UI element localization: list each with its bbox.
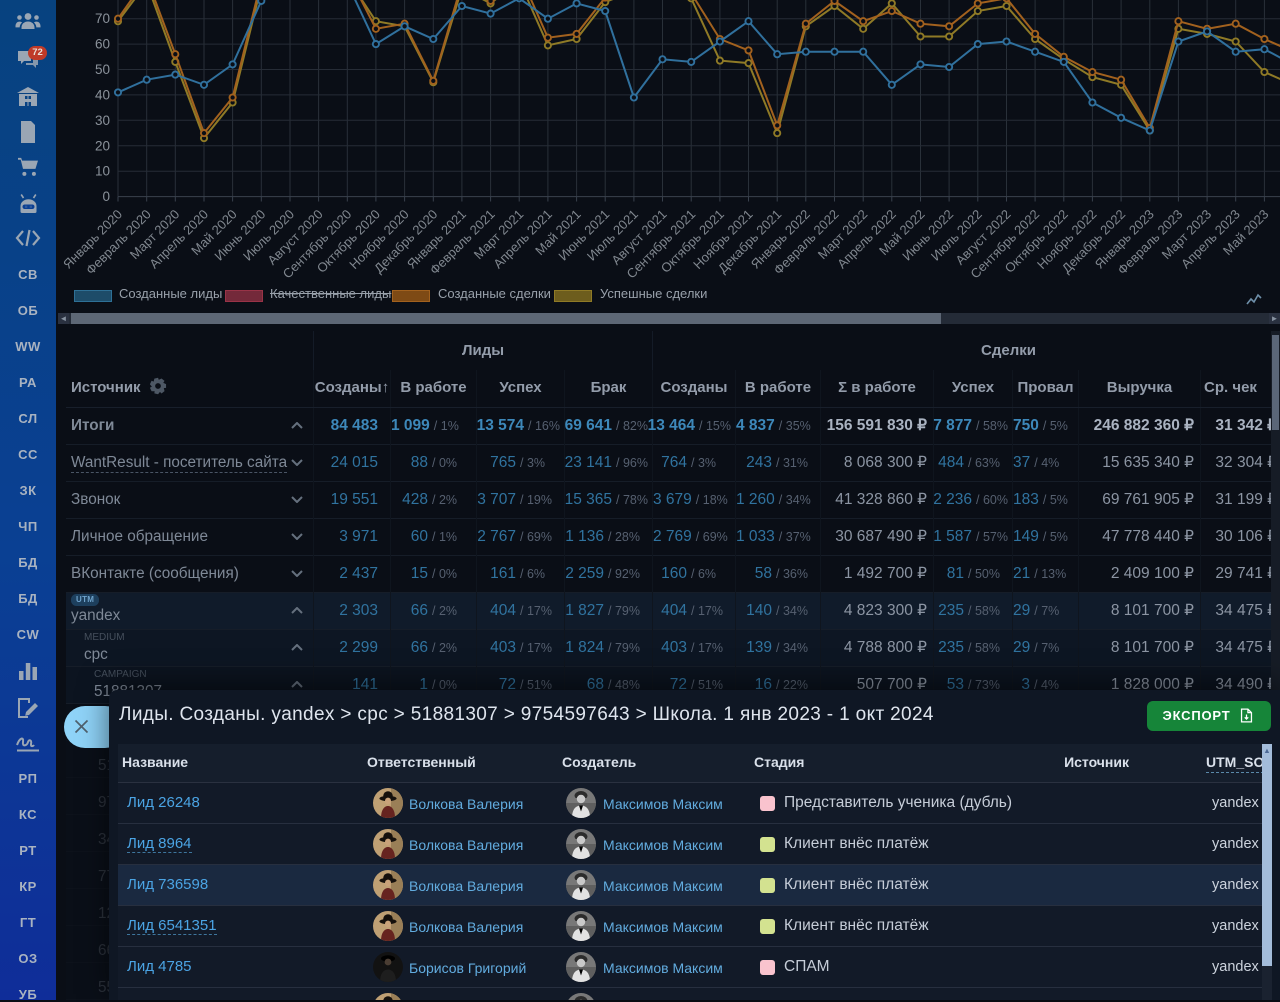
svg-text:20: 20: [95, 138, 110, 153]
svg-text:70: 70: [95, 11, 110, 26]
svg-text:30: 30: [95, 113, 110, 128]
svg-text:50: 50: [95, 62, 110, 77]
svg-text:40: 40: [95, 87, 110, 102]
svg-text:10: 10: [95, 164, 110, 179]
svg-text:0: 0: [102, 189, 110, 204]
svg-text:60: 60: [95, 37, 110, 52]
